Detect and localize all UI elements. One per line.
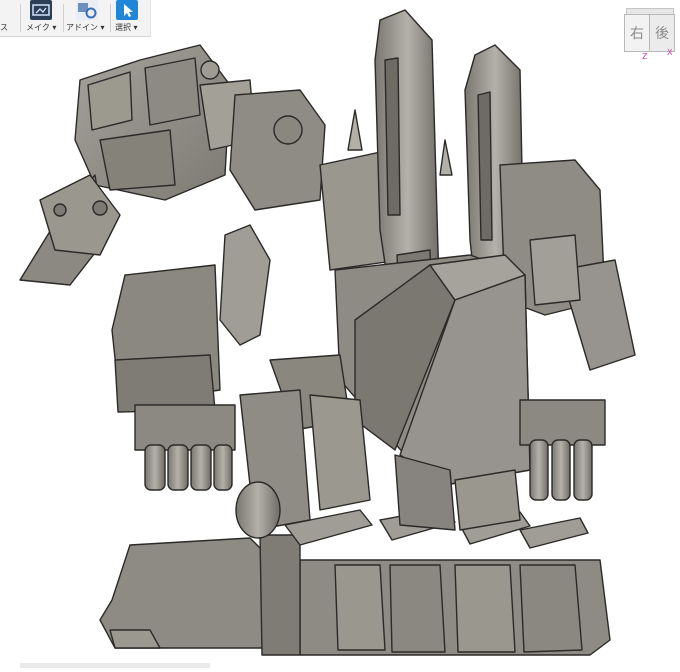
select-menu[interactable]: 選択 ▾ — [113, 0, 145, 36]
make-menu-label: メイク ▾ — [26, 23, 57, 32]
make-menu[interactable]: メイク ▾ — [26, 0, 62, 36]
select-cursor-icon — [116, 0, 138, 20]
toolbar-partial-label: ス — [0, 23, 8, 32]
mech-model — [19, 9, 636, 656]
bottom-panel-edge — [20, 663, 210, 668]
select-menu-label: 選択 ▾ — [115, 23, 138, 32]
view-cube[interactable]: 右 後 Z X — [620, 8, 678, 61]
mesh-make-icon — [30, 0, 52, 20]
3d-viewport[interactable] — [0, 0, 680, 668]
axis-x-label: X — [667, 48, 673, 57]
left-barrels — [134, 404, 236, 491]
addins-gear-icon — [76, 0, 98, 20]
view-cube-back-face[interactable]: 後 — [649, 14, 675, 52]
right-barrels — [519, 399, 606, 501]
addins-menu[interactable]: アドイン ▾ — [66, 0, 108, 36]
addins-menu-label: アドイン ▾ — [66, 23, 105, 32]
ribbon-toolbar: ス メイク ▾ アドイン ▾ 選択 ▾ — [0, 0, 151, 37]
axis-z-label: Z — [642, 52, 648, 61]
view-cube-right-face[interactable]: 右 — [624, 14, 650, 52]
